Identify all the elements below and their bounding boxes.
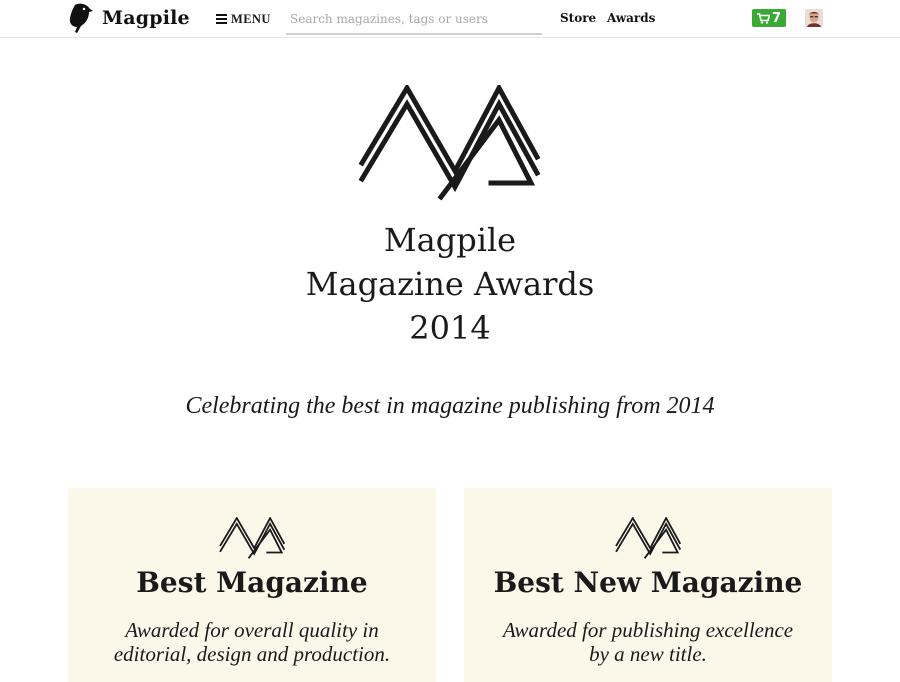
ma-monogram-icon (358, 85, 540, 201)
hamburger-icon (216, 14, 227, 24)
cart-button[interactable]: 7 (752, 9, 786, 27)
award-description-line: editorial, design and production. (113, 642, 391, 666)
ma-monogram-icon (219, 517, 285, 559)
brand-home-link[interactable]: Magpile (66, 2, 190, 34)
user-avatar[interactable] (805, 9, 823, 27)
award-description: Awarded for overall quality in editorial… (78, 618, 426, 666)
award-title: Best Magazine (136, 566, 368, 599)
brand-name: Magpile (102, 7, 190, 29)
title-line-2: Magazine Awards (305, 265, 595, 303)
page-tagline: Celebrating the best in magazine publish… (185, 393, 715, 419)
ma-monogram-icon (615, 517, 681, 559)
award-description-line: by a new title. (589, 642, 707, 666)
award-card-best-magazine[interactable]: Best Magazine Awarded for overall qualit… (68, 488, 436, 682)
award-title: Best New Magazine (493, 566, 803, 599)
nav-link-awards[interactable]: Awards (607, 11, 655, 25)
magpie-bird-icon (69, 3, 93, 34)
shopping-cart-icon (756, 12, 770, 24)
menu-label: MENU (231, 11, 271, 26)
user-avatar-image (805, 9, 823, 27)
nav-link-store[interactable]: Store (560, 11, 596, 25)
title-line-1: Magpile (383, 221, 517, 259)
title-line-3: 2014 (409, 309, 491, 347)
award-description-line: Awarded for overall quality in (125, 618, 379, 642)
top-nav-bar: Magpile MENU Store Awards 7 (0, 0, 900, 38)
search-input[interactable] (286, 4, 542, 35)
cart-count: 7 (771, 10, 782, 26)
award-card-best-new-magazine[interactable]: Best New Magazine Awarded for publishing… (464, 488, 832, 682)
menu-button[interactable]: MENU (216, 10, 271, 28)
award-description: Awarded for publishing excellence by a n… (474, 618, 822, 666)
page-title: Magpile Magazine Awards 2014 (150, 218, 750, 350)
award-description-line: Awarded for publishing excellence (502, 618, 794, 642)
